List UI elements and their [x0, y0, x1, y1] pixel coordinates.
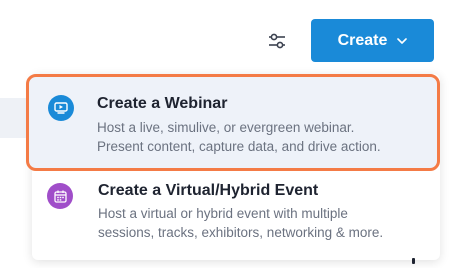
menu-item-title: Create a Webinar [97, 95, 228, 112]
description-line: sessions, tracks, exhibitors, networking… [98, 225, 384, 240]
menu-item-description: Host a virtual or hybrid event with mult… [98, 204, 383, 242]
menu-item-title: Create a Virtual/Hybrid Event [98, 182, 319, 199]
menu-item-create-webinar[interactable]: Create a Webinar Host a live, simulive, … [26, 74, 440, 171]
menu-item-create-virtual-hybrid-event[interactable]: Create a Virtual/Hybrid Event Host a vir… [32, 174, 440, 254]
create-button[interactable]: Create [311, 19, 434, 62]
app-stage: Create Create a Webinar Host a live, sim… [0, 0, 450, 268]
description-line: Present content, capture data, and drive… [97, 139, 381, 154]
chevron-down-icon [397, 37, 408, 45]
menu-item-description: Host a live, simulive, or evergreen webi… [97, 118, 381, 156]
create-dropdown-menu: Create a Webinar Host a live, simulive, … [26, 74, 440, 260]
description-line: Host a live, simulive, or evergreen webi… [97, 120, 355, 135]
video-screen-icon [48, 95, 74, 121]
background-text-fragment [412, 258, 415, 264]
calendar-icon [47, 183, 73, 209]
sliders-icon[interactable] [264, 28, 290, 54]
description-line: Host a virtual or hybrid event with mult… [98, 206, 348, 221]
create-button-label: Create [337, 31, 388, 49]
